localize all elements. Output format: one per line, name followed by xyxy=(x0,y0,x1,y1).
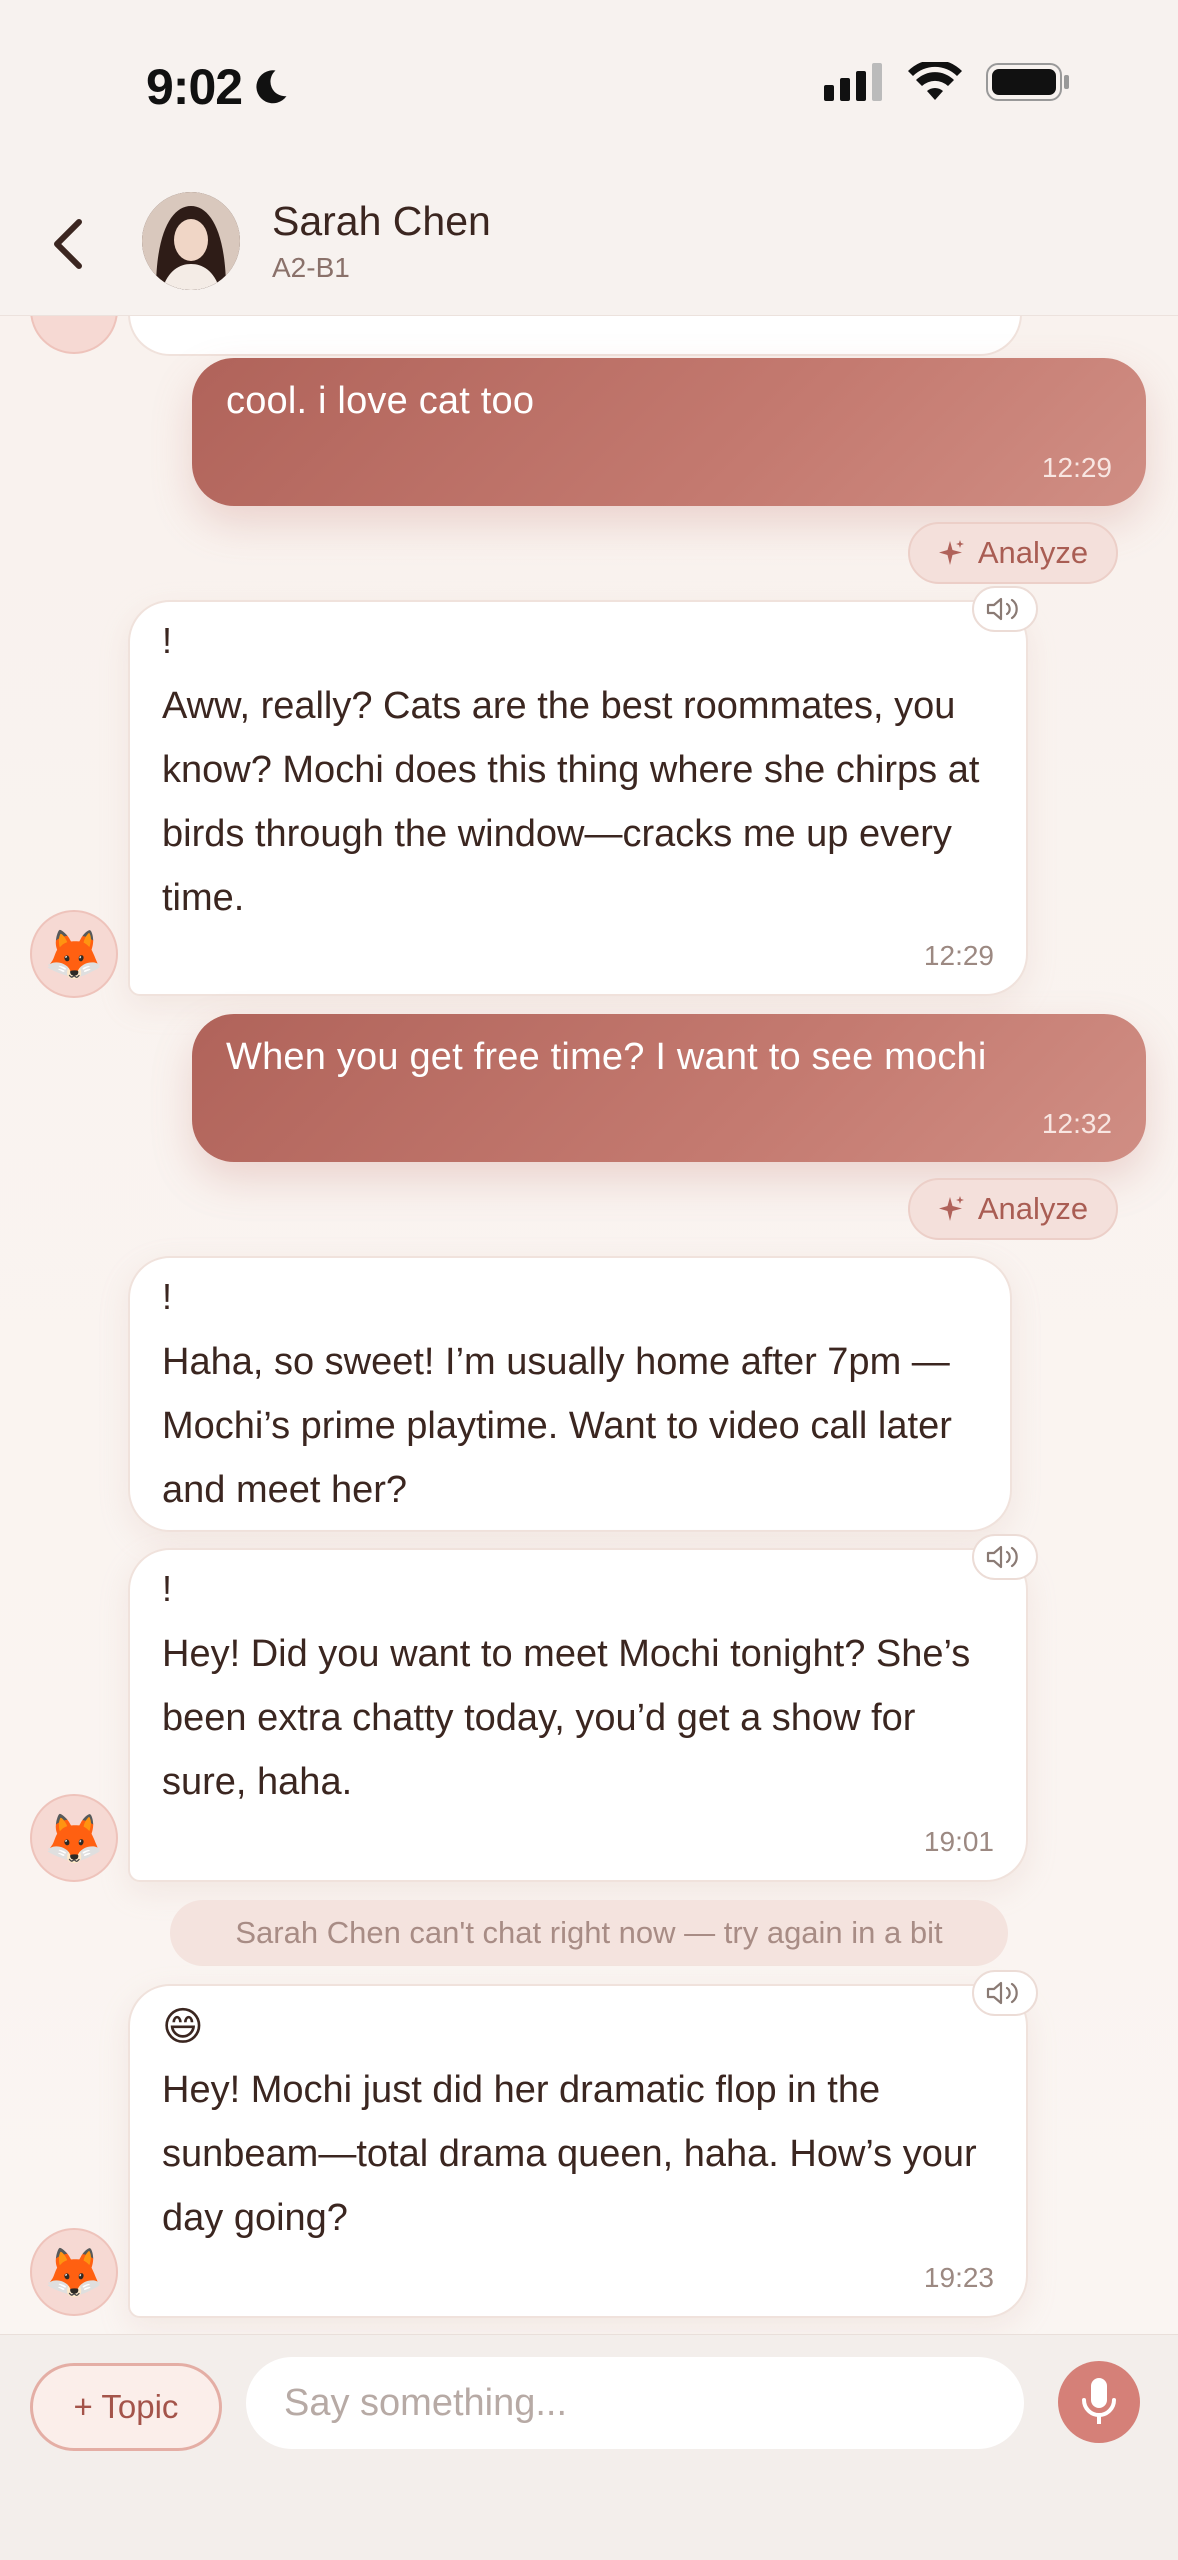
back-button[interactable] xyxy=(40,212,96,276)
analyze-label: Analyze xyxy=(977,535,1089,570)
message-reaction: 😄 xyxy=(162,2005,204,2049)
play-audio-button[interactable] xyxy=(972,1970,1038,2016)
partial-bot-message xyxy=(128,316,1022,356)
message-time: 12:29 xyxy=(1041,452,1112,483)
message-reaction: ! xyxy=(162,620,173,661)
wifi-icon xyxy=(908,62,962,100)
message-text: When you get free time? I want to see mo… xyxy=(226,1036,987,1078)
message-text: Hey! Did you want to meet Mochi tonight?… xyxy=(162,1633,971,1803)
bot-avatar[interactable]: 🦊 xyxy=(30,910,118,998)
status-icons xyxy=(824,62,1070,102)
bot-avatar[interactable]: 🦊 xyxy=(30,2228,118,2316)
moon-icon xyxy=(256,70,287,104)
message-text: Haha, so sweet! I’m usually home after 7… xyxy=(162,1341,952,1511)
contact-avatar[interactable] xyxy=(142,192,240,290)
status-time: 9:02 xyxy=(146,58,292,116)
user-message[interactable]: cool. i love cat too 12:29 xyxy=(192,358,1146,506)
message-reaction: ! xyxy=(162,1568,173,1609)
chat-header: Sarah Chen A2-B1 xyxy=(0,170,1178,316)
play-audio-button[interactable] xyxy=(972,1534,1038,1580)
avatar-photo-icon xyxy=(142,192,240,290)
message-text: Hey! Mochi just did her dramatic flop in… xyxy=(162,2069,977,2239)
status-bar: 9:02 xyxy=(0,0,1178,170)
message-time: 12:29 xyxy=(923,940,994,971)
bot-message[interactable]: 😄 Hey! Mochi just did her dramatic flop … xyxy=(128,1984,1028,2318)
add-topic-button[interactable]: + Topic xyxy=(30,2363,222,2451)
message-text: cool. i love cat too xyxy=(226,380,535,422)
bot-message[interactable]: ! Aww, really? Cats are the best roommat… xyxy=(128,600,1028,996)
speaker-icon xyxy=(986,597,1018,621)
composer-bar: + Topic xyxy=(0,2334,1178,2560)
bot-message[interactable]: ! Haha, so sweet! I’m usually home after… xyxy=(128,1256,1012,1532)
message-reaction: ! xyxy=(162,1276,173,1317)
analyze-label: Analyze xyxy=(977,1191,1089,1226)
contact-level: A2-B1 xyxy=(272,252,350,283)
message-time: 19:01 xyxy=(923,1826,994,1857)
play-audio-button[interactable] xyxy=(972,586,1038,632)
speaker-icon xyxy=(986,1981,1018,2005)
speaker-icon xyxy=(986,1545,1018,1569)
sparkle-icon xyxy=(938,540,964,565)
analyze-button[interactable]: Analyze xyxy=(908,1178,1118,1240)
voice-input-button[interactable] xyxy=(1058,2361,1140,2443)
bot-message[interactable]: ! Hey! Did you want to meet Mochi tonigh… xyxy=(128,1548,1028,1882)
chat-messages[interactable]: cool. i love cat too 12:29 Analyze ! Aww… xyxy=(0,316,1178,2334)
analyze-button[interactable]: Analyze xyxy=(908,522,1118,584)
clock: 9:02 xyxy=(146,59,243,115)
battery-icon xyxy=(986,63,1069,101)
cellular-signal-icon xyxy=(824,63,882,101)
message-input[interactable] xyxy=(246,2357,1024,2449)
chevron-left-icon xyxy=(54,219,82,269)
contact-name[interactable]: Sarah Chen xyxy=(272,198,491,245)
partial-bot-avatar xyxy=(30,316,118,354)
user-message[interactable]: When you get free time? I want to see mo… xyxy=(192,1014,1146,1162)
bot-avatar[interactable]: 🦊 xyxy=(30,1794,118,1882)
microphone-icon xyxy=(1082,2378,1116,2424)
message-time: 19:23 xyxy=(923,2262,994,2293)
message-text: Aww, really? Cats are the best roommates… xyxy=(162,685,980,919)
system-notice: Sarah Chen can't chat right now — try ag… xyxy=(170,1900,1008,1966)
sparkle-icon xyxy=(938,1196,964,1221)
message-time: 12:32 xyxy=(1041,1108,1112,1139)
